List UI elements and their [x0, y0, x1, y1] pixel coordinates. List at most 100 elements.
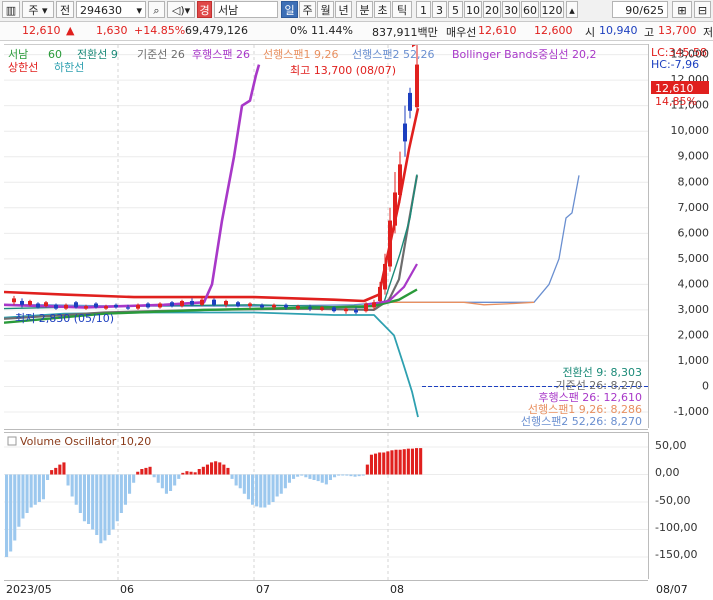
osc-bar — [74, 474, 78, 505]
osc-bar — [300, 474, 304, 476]
price-grid — [4, 45, 648, 429]
candle-body — [415, 64, 419, 108]
candle-body — [236, 302, 240, 307]
price-axis: LC:345,58 HC:-7,96 13,000 12,000 11,000 10,… — [648, 44, 713, 428]
osc-bar — [316, 474, 320, 482]
interval-spin[interactable]: ▴ — [566, 1, 578, 18]
legend-lower: 하한선 — [54, 60, 84, 74]
candle-body — [332, 307, 336, 312]
candle-body — [180, 300, 184, 307]
candle-body — [114, 304, 118, 308]
osc-bar — [46, 474, 50, 480]
osc-bar — [70, 474, 74, 497]
candle-body — [94, 303, 98, 308]
interval-5[interactable]: 5 — [448, 1, 463, 18]
candle-body — [224, 300, 228, 305]
candle-body — [36, 303, 40, 308]
current-pct: 14,85% — [655, 95, 697, 108]
candle-body — [12, 298, 16, 303]
period-tick[interactable]: 틱 — [392, 1, 412, 18]
osc-bar — [386, 451, 390, 475]
osc-bar — [132, 474, 136, 483]
series-upper-band — [3, 107, 420, 303]
interval-1[interactable]: 1 — [416, 1, 431, 18]
period-week[interactable]: 주 — [299, 1, 316, 18]
osc-bar — [287, 474, 291, 483]
candle-body — [308, 307, 312, 309]
oscillator-panel[interactable]: Volume Oscillator 10,20 — [4, 432, 648, 581]
legend-name: 서남 — [8, 48, 28, 61]
osc-bar — [308, 474, 312, 479]
candle-body — [296, 306, 300, 309]
osc-bar — [275, 474, 279, 497]
count-input[interactable]: 90/625 — [612, 1, 668, 18]
legend-span2: 선행스팬2 52,26 — [352, 48, 434, 61]
interval-30[interactable]: 30 — [502, 1, 520, 18]
osc-bar — [29, 474, 33, 508]
osc-bar — [87, 474, 91, 524]
period-month[interactable]: 월 — [317, 1, 334, 18]
code-prefix[interactable]: 전 — [56, 1, 74, 18]
osc-bar — [230, 474, 234, 479]
osc-bar — [415, 448, 419, 475]
candle-body — [190, 300, 194, 305]
osc-bar — [238, 474, 242, 489]
osc-bar — [349, 474, 353, 477]
osc-axis: 50,00 0,00 -50,00 -100,00 -150,00 — [648, 432, 713, 579]
price-tick: 8,000 — [678, 175, 710, 188]
market-select[interactable]: 주 ▾ — [22, 1, 54, 18]
osc-bar — [263, 474, 267, 508]
osc-bar — [169, 474, 173, 491]
candle-body — [272, 304, 276, 308]
speaker-icon[interactable]: ◁)▾ — [167, 1, 195, 18]
candle-body — [126, 307, 130, 309]
osc-bar — [341, 474, 345, 476]
osc-bar — [226, 467, 230, 475]
price-panel[interactable]: 서남 60 전환선 9 기준선 26 후행스팬 26 선행스팬1 9,26 선행… — [3, 36, 648, 430]
candle-body — [344, 308, 348, 312]
search-icon[interactable]: ⌕ — [148, 1, 165, 18]
up-arrow-icon: ▲ — [66, 24, 75, 37]
interval-120[interactable]: 120 — [540, 1, 564, 18]
code-input[interactable]: 294630 ▾ — [76, 1, 146, 18]
interval-10[interactable]: 10 — [464, 1, 482, 18]
period-second[interactable]: 초 — [374, 1, 391, 18]
interval-20[interactable]: 20 — [483, 1, 501, 18]
code-value: 294630 — [80, 4, 122, 17]
candle-body — [354, 309, 358, 313]
osc-bar — [148, 466, 152, 475]
osc-bar — [242, 474, 246, 494]
period-day[interactable]: 일 — [281, 1, 298, 18]
osc-bar — [394, 449, 398, 475]
high-annotation: 최고 13,700 (08/07) — [290, 64, 396, 77]
osc-bar — [82, 474, 86, 522]
candle-body — [364, 303, 368, 312]
indicator-values: 전환선 9: 8,303 기준선 26: 8,270 후행스팬 26: 12,6… — [521, 366, 642, 428]
osc-bars — [5, 448, 423, 557]
candle-body — [200, 299, 204, 305]
period-year[interactable]: 년 — [335, 1, 352, 18]
zoom-icon[interactable]: ⊞ — [672, 1, 692, 18]
osc-legend-icon — [7, 436, 17, 446]
candle-body — [84, 306, 88, 309]
osc-bar — [255, 474, 259, 507]
price-series — [3, 64, 580, 418]
osc-tick-2: -50,00 — [655, 494, 690, 507]
osc-tick-3: -100,00 — [655, 521, 697, 534]
osc-bar — [9, 474, 13, 552]
osc-bar — [378, 452, 382, 475]
osc-bar — [50, 470, 54, 475]
period-minute[interactable]: 분 — [356, 1, 373, 18]
settings-icon[interactable]: ⊟ — [694, 1, 711, 18]
osc-bar — [357, 474, 361, 477]
interval-3[interactable]: 3 — [432, 1, 447, 18]
osc-bar — [419, 448, 423, 475]
chart-icon[interactable]: ▥ — [2, 1, 20, 18]
osc-bar — [5, 474, 9, 557]
low-annotation: 최저 2,830 (05/10) — [15, 312, 114, 325]
interval-60[interactable]: 60 — [521, 1, 539, 18]
x-label-3: 08 — [390, 583, 404, 596]
osc-bar — [189, 471, 193, 475]
osc-bar — [374, 453, 378, 475]
osc-bar — [410, 448, 414, 475]
